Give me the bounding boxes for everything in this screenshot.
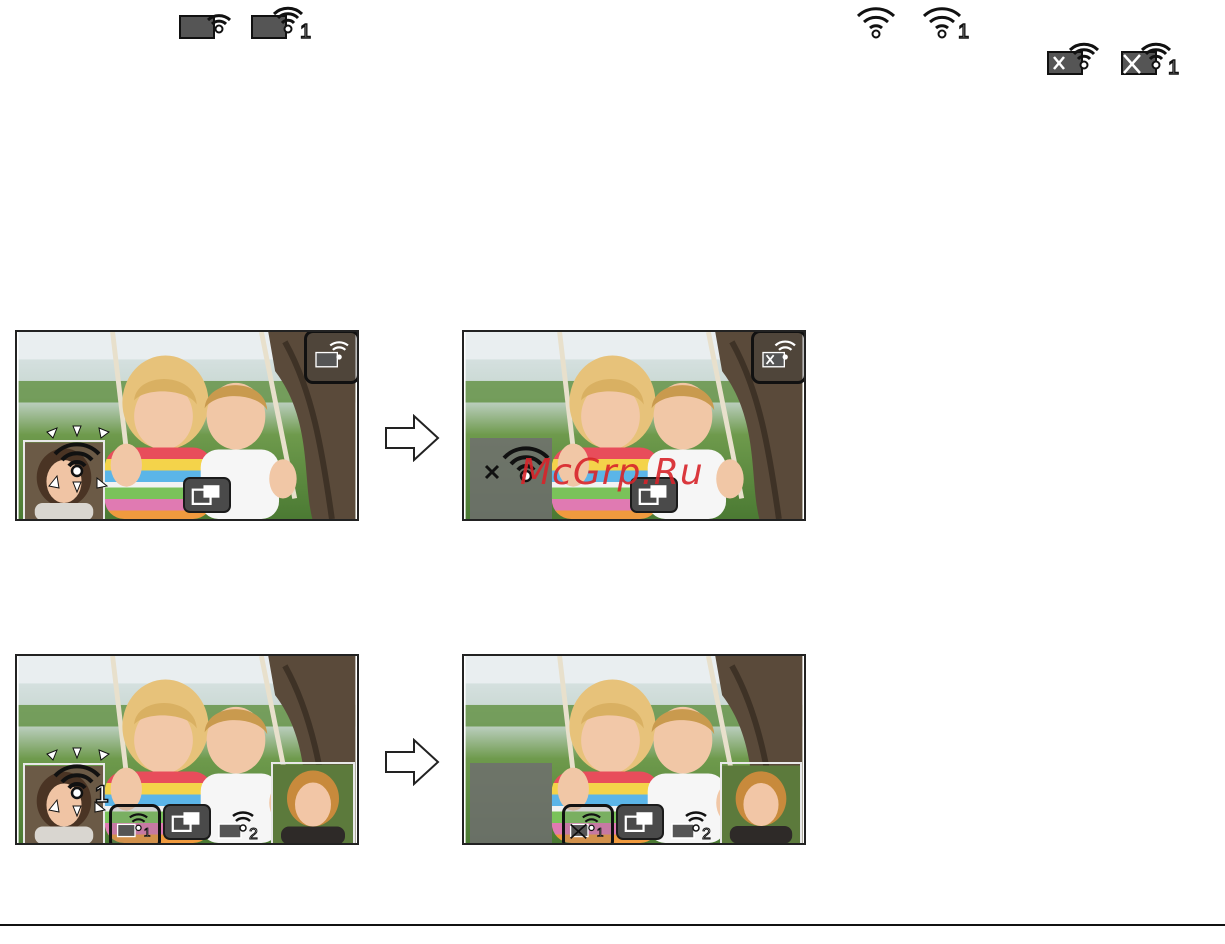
watermark: McGrp.Ru bbox=[520, 452, 704, 493]
wifi-1-icon: 1 bbox=[918, 2, 980, 42]
camera-1-badge[interactable]: 1 bbox=[109, 804, 161, 843]
screen-panel-row1-left bbox=[15, 330, 359, 521]
screen-panel-row2-right: 1 2 bbox=[462, 654, 806, 845]
badge-sub-label: 1 bbox=[144, 826, 151, 840]
camera-wifi-disconnected-icon bbox=[1046, 38, 1108, 78]
sub-camera-2-pip[interactable] bbox=[720, 762, 802, 843]
right-arrow-icon bbox=[384, 738, 440, 786]
camera-wifi-1-icon: 1 bbox=[116, 813, 151, 840]
camera-wifi-2-icon: 2 bbox=[668, 806, 720, 843]
wifi-status-badge[interactable] bbox=[751, 332, 804, 384]
camera-wifi-disconnected-1-icon: 1 bbox=[1120, 38, 1182, 78]
camera-wifi-icon bbox=[315, 341, 349, 368]
wifi-icon bbox=[852, 2, 902, 42]
sub-camera-2-pip[interactable] bbox=[271, 762, 355, 843]
swap-screen-icon bbox=[191, 485, 220, 505]
camera-wifi-2-icon: 2 bbox=[215, 806, 267, 843]
legend-sub-label: 1 bbox=[300, 21, 311, 42]
swap-screen-button[interactable] bbox=[183, 477, 231, 513]
sub-camera-1-pip-empty[interactable] bbox=[470, 763, 552, 843]
swap-screen-icon bbox=[171, 812, 200, 832]
pip-sub-label: 1 bbox=[95, 781, 108, 808]
swap-screen-button[interactable] bbox=[616, 804, 664, 840]
badge-sub-label: 1 bbox=[597, 826, 604, 840]
legend-sub-label: 1 bbox=[1168, 57, 1179, 78]
camera-wifi-disconnected-icon bbox=[762, 340, 796, 368]
swap-screen-button[interactable] bbox=[163, 804, 211, 840]
swap-screen-icon bbox=[624, 812, 653, 832]
badge-sub-label: 2 bbox=[249, 826, 258, 843]
camera-1-badge[interactable]: 1 bbox=[562, 804, 614, 843]
camera-wifi-disconnected-1-icon: 1 bbox=[569, 813, 604, 840]
wifi-status-badge[interactable] bbox=[304, 332, 357, 384]
camera-wifi-1-icon: 1 bbox=[250, 2, 312, 42]
wifi-connecting-1-icon: 1 bbox=[43, 746, 115, 822]
screen-panel-row2-left: 1 1 2 bbox=[15, 654, 359, 845]
page-divider bbox=[0, 924, 1225, 926]
camera-wifi-icon bbox=[178, 2, 240, 42]
badge-sub-label: 2 bbox=[702, 826, 711, 843]
legend-sub-label: 1 bbox=[958, 21, 969, 42]
right-arrow-icon bbox=[384, 414, 440, 462]
wifi-connecting-icon bbox=[43, 424, 113, 498]
